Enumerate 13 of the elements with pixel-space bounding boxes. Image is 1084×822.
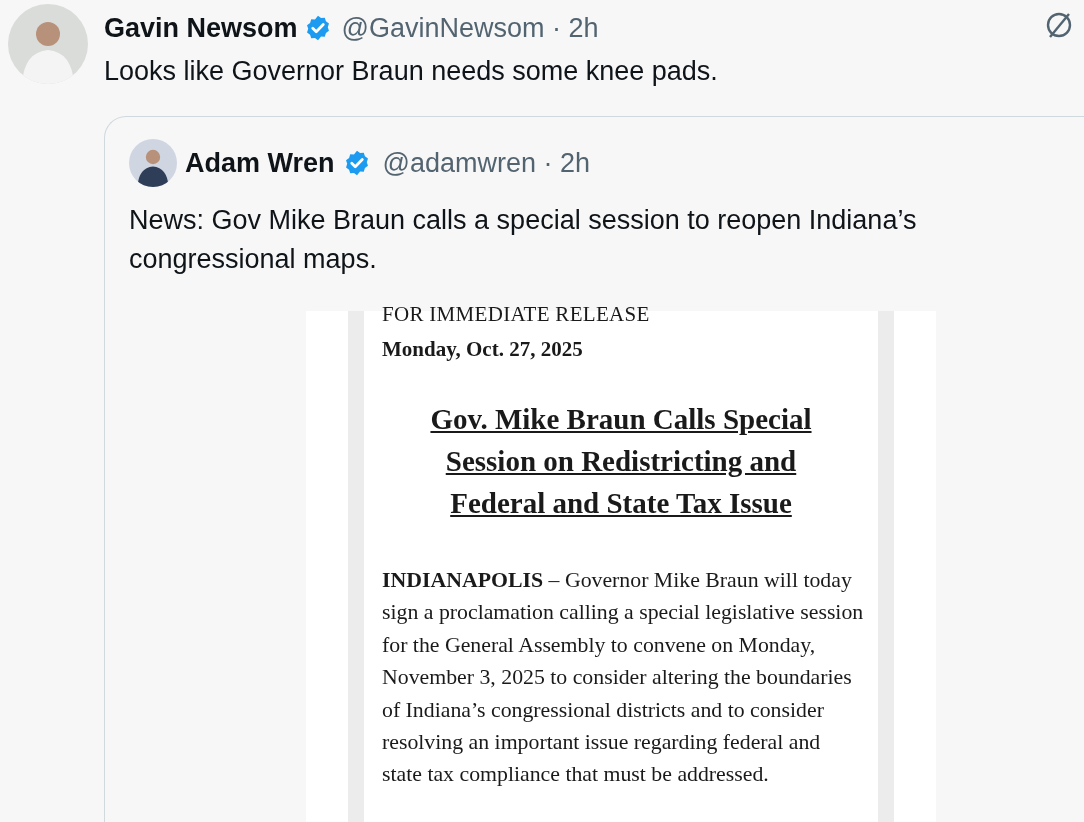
post-text: Looks like Governor Braun needs some knee pads. bbox=[104, 55, 719, 88]
release-body: INDIANAPOLIS – Governor Mike Braun will today sign a proclamation calling a special legislative session for the General Assembly to convene on Monday, November 3, 2025 to consider altering the boundaries of Indiana’s congressional districts and to consider resolving an important issue regarding federal and state tax compliance that must be addressed. bbox=[382, 567, 864, 789]
quoted-post-card[interactable] bbox=[104, 116, 1084, 822]
slashed-circle-icon[interactable] bbox=[1044, 10, 1074, 40]
author-name[interactable]: Adam Wren bbox=[185, 147, 335, 179]
headline: Gov. Mike Braun Calls Special Session on Redistricting and Federal and State Tax Issue bbox=[429, 402, 813, 521]
author-handle: @adamwren · 2h bbox=[382, 147, 591, 179]
release-label: FOR IMMEDIATE RELEASE bbox=[382, 303, 651, 325]
author-name[interactable]: Gavin Newsom bbox=[104, 12, 298, 44]
avatar[interactable] bbox=[129, 139, 177, 187]
author-handle: @GavinNewsom · 2h bbox=[341, 12, 599, 44]
release-date: Monday, Oct. 27, 2025 bbox=[382, 337, 584, 362]
post-text: News: Gov Mike Braun calls a special session to reopen Indiana’s congressional maps. bbox=[129, 204, 918, 276]
